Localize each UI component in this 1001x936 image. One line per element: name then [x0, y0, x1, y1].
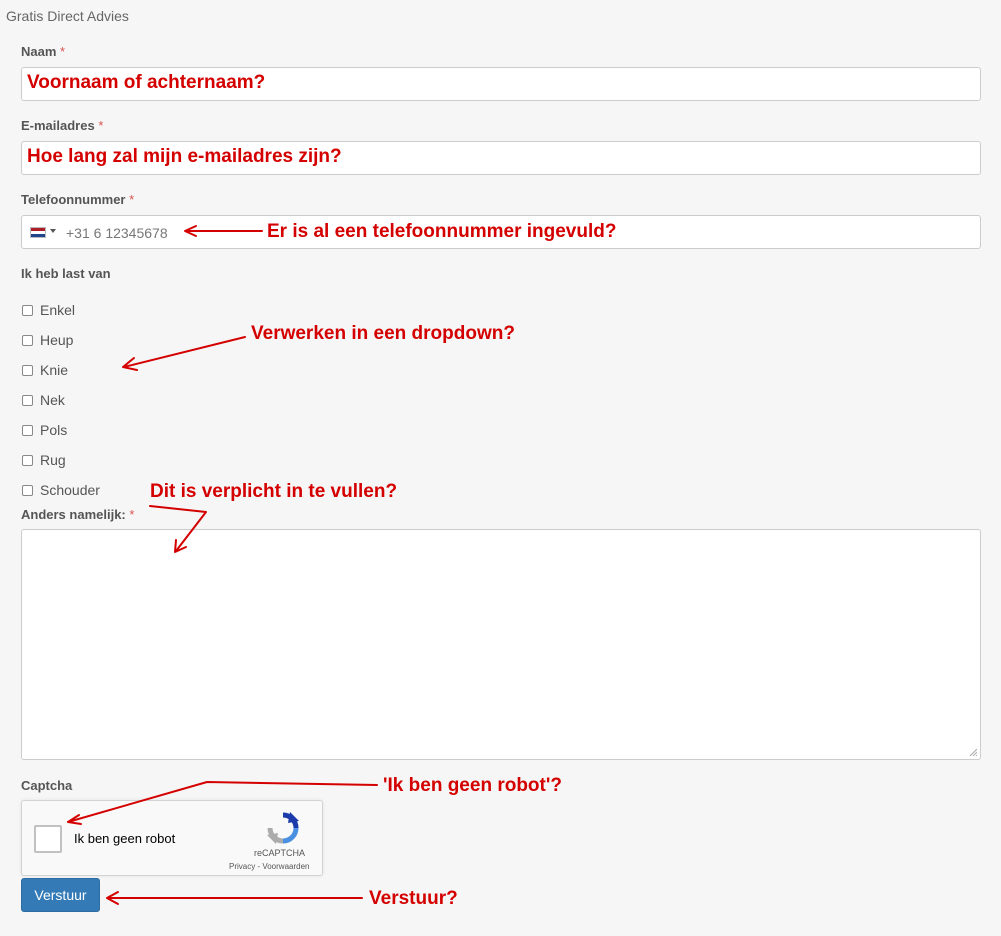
checkbox-rug[interactable]: Rug — [22, 452, 66, 468]
anders-textarea[interactable] — [21, 529, 981, 760]
arrow-complaints — [123, 336, 246, 368]
anders-annotation: Dit is verplicht in te vullen? — [150, 481, 398, 502]
recaptcha-links[interactable]: Privacy - Voorwaarden — [229, 862, 309, 871]
captcha-label: Captcha — [21, 778, 73, 793]
checkbox-label: Nek — [40, 392, 65, 408]
checkbox-heup[interactable]: Heup — [22, 332, 73, 348]
recaptcha-label: Ik ben geen robot — [74, 831, 176, 846]
verstuur-button[interactable]: Verstuur — [21, 878, 100, 912]
checkbox-box[interactable] — [22, 334, 33, 346]
netherlands-flag-icon[interactable] — [30, 227, 46, 238]
recaptcha-logo-icon — [267, 812, 299, 844]
recaptcha-checkbox[interactable] — [34, 825, 62, 853]
checkbox-box[interactable] — [22, 304, 33, 316]
anders-label: Anders namelijk: * — [21, 507, 135, 522]
email-input[interactable]: Hoe lang zal mijn e-mailadres zijn? — [21, 141, 981, 175]
naam-input[interactable]: Voornaam of achternaam? — [21, 67, 981, 101]
naam-annotation: Voornaam of achternaam? — [27, 72, 266, 93]
email-label: E-mailadres * — [21, 118, 104, 133]
resize-handle-icon[interactable] — [969, 748, 977, 756]
form-title: Gratis Direct Advies — [6, 8, 129, 24]
checkbox-label: Enkel — [40, 302, 76, 318]
arrowhead-complaints — [122, 357, 138, 371]
checkbox-label: Schouder — [40, 482, 100, 498]
chevron-down-icon[interactable] — [50, 229, 56, 233]
recaptcha-brand: reCAPTCHA — [254, 848, 306, 858]
checkbox-label: Pols — [40, 422, 68, 438]
captcha-annotation: 'Ik ben geen robot'? — [383, 775, 562, 796]
checkbox-nek[interactable]: Nek — [22, 392, 65, 408]
naam-label: Naam * — [21, 44, 66, 59]
checkbox-label: Rug — [40, 452, 66, 468]
checkbox-pols[interactable]: Pols — [22, 422, 67, 438]
arrowhead-submit — [106, 891, 119, 905]
checkbox-enkel[interactable]: Enkel — [22, 302, 75, 318]
telefoon-label: Telefoonnummer * — [21, 192, 135, 207]
complaints-annotation: Verwerken in een dropdown? — [251, 323, 515, 344]
telefoon-value: +31 6 12345678 — [66, 225, 168, 241]
checkbox-label: Knie — [40, 362, 69, 378]
checkbox-schouder[interactable]: Schouder — [22, 482, 100, 498]
submit-annotation: Verstuur? — [369, 888, 458, 909]
complaints-label: Ik heb last van — [21, 266, 111, 281]
checkbox-box[interactable] — [22, 394, 33, 406]
email-annotation: Hoe lang zal mijn e-mailadres zijn? — [27, 146, 342, 167]
checkbox-box[interactable] — [22, 484, 33, 496]
checkbox-knie[interactable]: Knie — [22, 362, 68, 378]
checkbox-box[interactable] — [22, 424, 33, 436]
checkbox-label: Heup — [40, 332, 74, 348]
recaptcha-widget: Ik ben geen robot reCAPTCHA Privacy - Vo… — [21, 800, 323, 876]
checkbox-box[interactable] — [22, 454, 33, 466]
telefoon-annotation: Er is al een telefoonnummer ingevuld? — [267, 221, 617, 242]
checkbox-box[interactable] — [22, 364, 33, 376]
